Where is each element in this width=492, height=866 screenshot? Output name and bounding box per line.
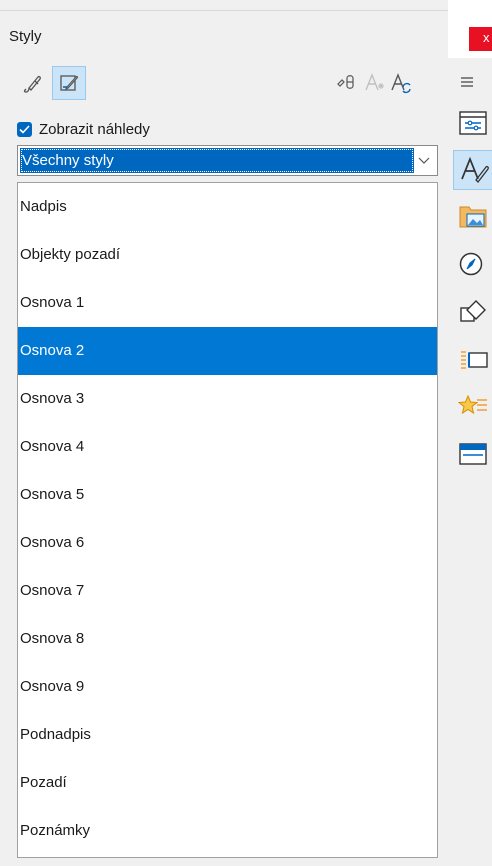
style-list-item[interactable]: Osnova 8 [18,615,437,663]
style-filter-select[interactable]: Všechny styly [17,145,438,176]
show-previews-label: Zobrazit náhledy [39,120,150,138]
style-list-item[interactable]: Osnova 9 [18,663,437,711]
fill-format-mode-icon [23,75,41,93]
show-previews-row[interactable]: Zobrazit náhledy [17,118,150,140]
panel-title: Styly [9,28,42,45]
styles-toolbar [0,66,448,106]
style-list-item[interactable]: Osnova 2 [18,327,437,375]
close-button[interactable]: x [469,27,492,51]
sidebar-properties-button[interactable] [453,103,492,143]
sidebar-navigator-button[interactable] [453,244,492,284]
style-filter-value: Všechny styly [20,148,414,173]
styles-panel: Styly Zobrazit náhledy Všechny styly Nad… [0,0,448,866]
navigator-icon [459,252,483,276]
style-list-item[interactable]: Osnova 3 [18,375,437,423]
style-list-item[interactable]: Poznámky [18,807,437,855]
style-list-item[interactable]: Pozadí [18,759,437,807]
paragraph-styles-icon [60,75,79,91]
sidebar-master-slides-button[interactable] [453,434,492,474]
style-list-item[interactable]: Osnova 7 [18,567,437,615]
update-style-button[interactable] [384,66,418,100]
master-slides-icon [459,443,487,465]
style-list-item[interactable]: Osnova 4 [18,423,437,471]
checkmark-icon [19,124,30,134]
paragraph-styles-button[interactable] [52,66,86,100]
styles-icon [461,156,489,183]
properties-icon [459,111,487,135]
sidebar-menu-button[interactable] [453,62,492,102]
style-list-item[interactable]: Osnova 6 [18,519,437,567]
sidebar-deck [448,58,492,866]
slide-transition-icon [461,351,488,369]
fill-format-mode-icon [337,75,354,89]
chevron-down-icon [418,157,430,164]
sidebar-slide-transition-button[interactable] [453,340,492,380]
hamburger-menu-icon [461,77,473,87]
sidebar-shapes-button[interactable] [453,292,492,332]
update-style-icon [391,73,411,94]
gallery-icon [459,206,487,228]
close-label: x [483,30,490,45]
new-style-from-selection-icon [365,73,384,91]
shapes-icon [460,300,486,322]
show-previews-checkbox[interactable] [17,121,32,137]
panel-title-bar: Styly [0,10,448,58]
style-list-item[interactable]: Nadpis [18,183,437,231]
fill-format-mode-button[interactable] [16,66,50,100]
style-list-item[interactable]: Objekty pozadí [18,231,437,279]
style-list[interactable]: Nadpis Objekty pozadí Osnova 1 Osnova 2 Osno… [17,182,438,858]
animation-icon [458,394,487,415]
sidebar-animation-button[interactable] [453,386,492,426]
style-list-item[interactable]: Osnova 5 [18,471,437,519]
style-list-item[interactable]: Osnova 1 [18,279,437,327]
sidebar-styles-button[interactable] [453,150,492,190]
style-list-item[interactable]: Podnadpis [18,711,437,759]
sidebar-gallery-button[interactable] [453,196,492,236]
